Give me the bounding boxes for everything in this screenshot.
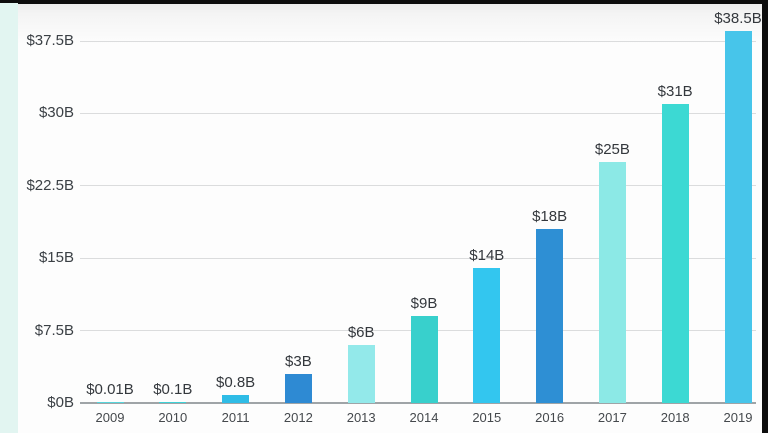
value-label-2019: $38.5B <box>688 10 768 27</box>
bar-2015 <box>473 268 500 403</box>
bar-2018 <box>662 104 689 403</box>
gridline-37.5 <box>80 41 756 42</box>
value-label-2016: $18B <box>500 208 600 225</box>
gridline-15 <box>80 258 756 259</box>
value-label-2015: $14B <box>437 247 537 264</box>
bar-2019 <box>725 31 752 403</box>
y-axis-label-22.5: $22.5B <box>0 177 74 195</box>
right-frame-edge <box>762 0 768 433</box>
value-label-2012: $3B <box>248 353 348 370</box>
y-axis-label-30: $30B <box>0 104 74 122</box>
value-label-2018: $31B <box>625 83 725 100</box>
y-axis-label-7.5: $7.5B <box>0 322 74 340</box>
gridline-22.5 <box>80 185 756 186</box>
value-label-2014: $9B <box>374 295 474 312</box>
y-axis-label-15: $15B <box>0 249 74 267</box>
value-label-2013: $6B <box>311 324 411 341</box>
bar-2016 <box>536 229 563 403</box>
bar-2011 <box>222 395 249 403</box>
bar-2017 <box>599 162 626 403</box>
value-label-2011: $0.8B <box>186 374 286 391</box>
bar-2009 <box>97 402 124 404</box>
y-axis-label-37.5: $37.5B <box>0 32 74 50</box>
gridline-30 <box>80 113 756 114</box>
chart-screen: $0B$7.5B$15B$22.5B$30B$37.5B$0.01B2009$0… <box>0 0 768 433</box>
bar-2012 <box>285 374 312 403</box>
bar-2013 <box>348 345 375 403</box>
value-label-2017: $25B <box>562 141 662 158</box>
bar-2014 <box>411 316 438 403</box>
bar-2010 <box>159 402 186 404</box>
x-axis-label-2019: 2019 <box>698 410 768 425</box>
bar-chart: $0B$7.5B$15B$22.5B$30B$37.5B$0.01B2009$0… <box>0 0 768 433</box>
